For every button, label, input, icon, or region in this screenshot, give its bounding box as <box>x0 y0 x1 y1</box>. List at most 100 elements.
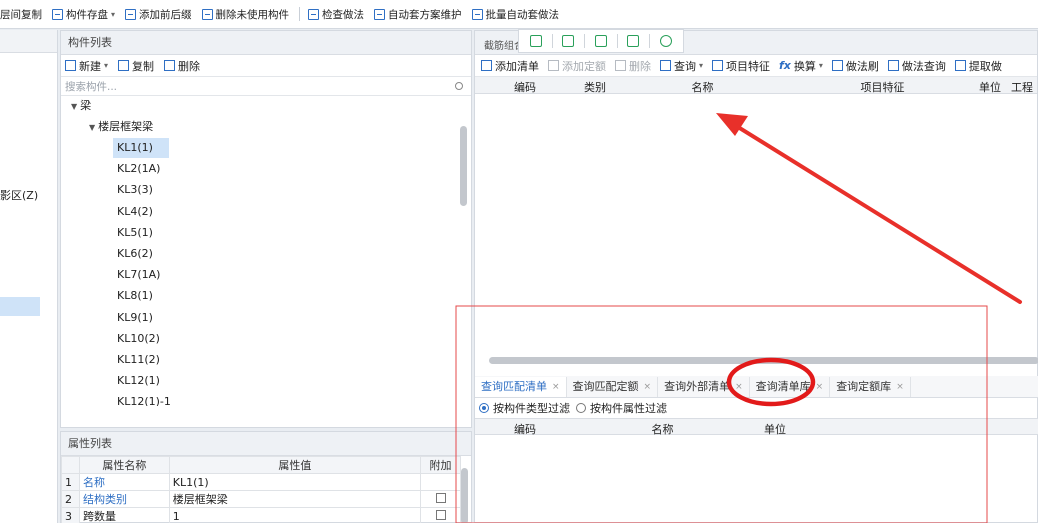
method-query-button[interactable]: 做法查询 <box>887 58 946 74</box>
tree-item[interactable]: KL8(1) <box>113 286 169 306</box>
table-row[interactable]: 1 名称 KL1(1) <box>61 473 461 491</box>
chevron-down-icon[interactable]: ▾ <box>699 61 703 70</box>
component-search-input[interactable]: 搜索构件... <box>61 77 471 96</box>
property-name: 结构类别 <box>78 490 170 508</box>
delete-button[interactable]: 删除 <box>164 58 200 74</box>
maximize-icon[interactable] <box>562 35 575 47</box>
tab-match-quota-label: 查询匹配定额 <box>572 380 639 393</box>
table-row[interactable]: 2 结构类别 楼层框架梁 <box>61 490 461 508</box>
method-query-icon <box>887 60 899 71</box>
tree-item[interactable]: KL6(2) <box>113 244 169 264</box>
property-value-header: 属性值 <box>168 456 422 474</box>
toolbar-batch-auto[interactable]: 批量自动套做法 <box>471 7 560 22</box>
toolbar-batch-auto-label: 批量自动套做法 <box>485 8 560 21</box>
filter-by-attribute-radio[interactable] <box>576 403 586 413</box>
tree-item[interactable]: KL2(1A) <box>113 159 169 179</box>
tab-match-quota[interactable]: 查询匹配定额 × <box>567 377 659 397</box>
tree-node-frame-beam[interactable]: ▼ 楼层框架梁 <box>89 117 153 137</box>
property-value[interactable]: 楼层框架梁 <box>168 490 422 508</box>
toolbar-delete-unused[interactable]: 删除未使用构件 <box>201 7 289 22</box>
table-row[interactable]: 3 跨数量 1 <box>61 507 461 523</box>
pin-icon[interactable] <box>529 35 542 47</box>
left-navigation-strip: 影区(Z) <box>0 30 58 523</box>
batch-auto-icon <box>471 8 483 20</box>
method-delete-button[interactable]: 删除 <box>615 58 651 74</box>
tab-list-library[interactable]: 查询清单库 × <box>750 377 831 397</box>
convert-button[interactable]: fx 换算 ▾ <box>779 58 823 74</box>
property-vertical-scrollbar[interactable] <box>461 468 468 523</box>
left-strip-selected-item[interactable] <box>0 297 40 316</box>
chevron-down-icon[interactable]: ▾ <box>819 61 823 70</box>
tab-external-list[interactable]: 查询外部清单 × <box>658 377 750 397</box>
left-strip-label[interactable]: 影区(Z) <box>0 187 38 203</box>
copy-button[interactable]: 复制 <box>118 58 154 74</box>
tab-quota-library[interactable]: 查询定额库 × <box>830 377 911 397</box>
tree-item[interactable]: KL3(3) <box>113 180 169 200</box>
extract-button[interactable]: 提取做 <box>954 58 1002 74</box>
tree-node-beam[interactable]: ▼ 梁 <box>71 96 91 116</box>
trash-icon <box>615 60 626 71</box>
new-button-label: 新建 <box>79 59 101 73</box>
tab-match-list[interactable]: 查询匹配清单 × <box>475 377 567 397</box>
property-name: 名称 <box>78 473 170 491</box>
delete-button-label: 删除 <box>178 59 201 73</box>
toolbar-layer-copy-label: 层间复制 <box>0 8 42 21</box>
tree-item[interactable]: KL7(1A) <box>113 265 169 285</box>
add-quota-button[interactable]: 添加定额 <box>548 58 606 74</box>
search-icon[interactable] <box>455 82 463 90</box>
tree-item[interactable]: KL10(2) <box>113 329 169 349</box>
toolbar-check-method[interactable]: 检查做法 <box>308 7 364 22</box>
extra-checkbox[interactable] <box>435 509 446 520</box>
export-icon[interactable] <box>627 35 640 47</box>
tree-item[interactable]: KL1(1) <box>113 138 169 158</box>
tree-item[interactable]: KL4(2) <box>113 202 169 222</box>
left-strip-header <box>0 30 57 53</box>
property-value[interactable]: KL1(1) <box>168 473 422 491</box>
tab-external-list-label: 查询外部清单 <box>664 380 731 393</box>
prefix-suffix-icon <box>125 8 137 20</box>
settings-gear-icon[interactable] <box>660 35 672 47</box>
chevron-down-icon[interactable]: ▾ <box>111 10 115 19</box>
close-icon[interactable]: × <box>896 377 904 397</box>
chevron-down-icon[interactable]: ▼ <box>89 123 95 132</box>
tree-item[interactable]: KL11(2) <box>113 350 169 370</box>
column-unit: 单位 <box>764 423 786 436</box>
toolbar-auto-scheme[interactable]: 自动套方案维护 <box>374 7 462 22</box>
method-grid-horizontal-scrollbar[interactable] <box>489 357 1038 364</box>
method-brush-button[interactable]: 做法刷 <box>831 58 879 74</box>
chevron-down-icon[interactable]: ▾ <box>104 61 108 70</box>
component-list-title: 构件列表 <box>61 31 471 55</box>
tree-item[interactable]: KL9(1) <box>113 308 169 328</box>
tree-vertical-scrollbar[interactable] <box>460 126 467 206</box>
row-number: 1 <box>61 473 80 491</box>
tree-item[interactable]: KL12(1)-1 <box>113 392 171 406</box>
tree-item[interactable]: KL12(1) <box>113 371 169 391</box>
property-value[interactable]: 1 <box>168 507 422 523</box>
close-icon[interactable]: × <box>644 377 652 397</box>
query-button[interactable]: 查询 ▾ <box>660 58 703 74</box>
add-list-icon <box>481 60 492 71</box>
tab-quota-library-label: 查询定额库 <box>836 380 892 393</box>
save-view-icon[interactable] <box>594 35 607 47</box>
toolbar-auto-scheme-label: 自动套方案维护 <box>388 8 462 21</box>
toolbar-layer-copy[interactable]: 层间复制 <box>0 7 42 22</box>
close-icon[interactable]: × <box>816 377 824 397</box>
add-list-button[interactable]: 添加清单 <box>481 58 539 74</box>
toolbar-save-component[interactable]: 构件存盘 ▾ <box>52 7 115 22</box>
close-icon[interactable]: × <box>735 377 743 397</box>
copy-button-label: 复制 <box>132 59 155 73</box>
tab-list-library-label: 查询清单库 <box>755 380 811 393</box>
extra-checkbox[interactable] <box>435 492 446 503</box>
filter-by-type-label[interactable]: 按构件类型过滤 <box>493 400 570 416</box>
chevron-down-icon[interactable]: ▼ <box>71 102 77 111</box>
close-icon[interactable]: × <box>552 377 560 397</box>
toolbar-add-prefix-suffix[interactable]: 添加前后缀 <box>125 7 192 22</box>
toolbar-separator <box>584 34 586 48</box>
filter-by-type-radio[interactable] <box>479 403 489 413</box>
column-unit: 单位 <box>979 81 1001 94</box>
row-number-header <box>61 456 80 474</box>
item-feature-button[interactable]: 项目特征 <box>712 58 770 74</box>
filter-by-attribute-label[interactable]: 按构件属性过滤 <box>590 400 667 416</box>
new-button[interactable]: 新建 ▾ <box>65 58 108 74</box>
tree-item[interactable]: KL5(1) <box>113 223 169 243</box>
